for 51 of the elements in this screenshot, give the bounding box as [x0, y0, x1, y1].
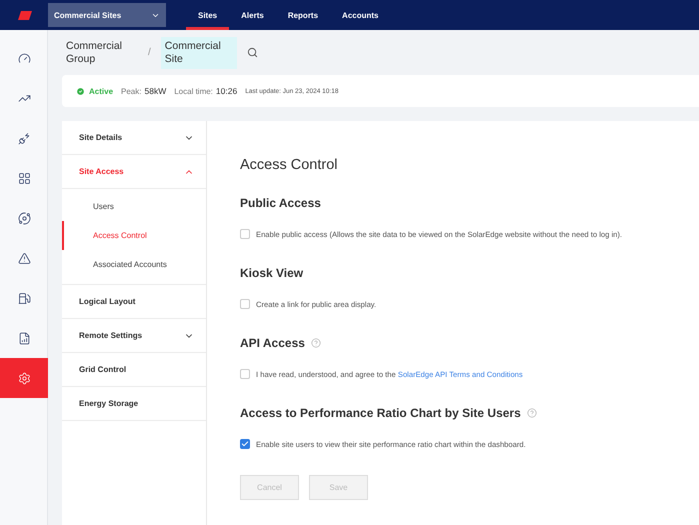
menu-label: Grid Control: [79, 365, 126, 374]
gauge-icon: [18, 52, 30, 64]
status-text: Active: [89, 86, 114, 96]
nav-tab[interactable]: Sites: [186, 0, 230, 30]
menu-label: Site Access: [79, 167, 124, 176]
checkbox[interactable]: [240, 229, 250, 239]
page-title: Access Control: [240, 157, 339, 173]
orbit-icon: [18, 212, 30, 224]
checkbox[interactable]: [240, 439, 250, 449]
nav-tab[interactable]: Reports: [276, 0, 330, 30]
breadcrumb-link[interactable]: Commercial Group: [62, 36, 138, 68]
fuel-pump-icon: [18, 292, 30, 304]
rail-button[interactable]: [0, 358, 48, 398]
settings-menu-item[interactable]: Energy Storage: [62, 387, 206, 421]
nav-tab[interactable]: Alerts: [229, 0, 276, 30]
help-icon[interactable]: [526, 408, 537, 418]
menu-label: Energy Storage: [79, 399, 138, 408]
section-title: Kiosk View: [240, 266, 304, 280]
menu-label: Remote Settings: [79, 331, 142, 340]
search-icon[interactable]: [246, 47, 258, 58]
check-circle-icon: [76, 86, 85, 96]
time-label: Local time:: [174, 86, 213, 96]
checkbox[interactable]: [240, 369, 250, 379]
submenu-item[interactable]: Access Control: [62, 221, 206, 250]
settings-menu-item[interactable]: Remote Settings: [62, 319, 206, 353]
section-title: Public Access: [240, 196, 321, 210]
time-value: 10:26: [216, 86, 238, 96]
settings-menu-item[interactable]: Logical Layout: [62, 285, 206, 319]
help-icon[interactable]: [310, 338, 321, 348]
site-selector[interactable]: Commercial Sites: [48, 3, 166, 27]
breadcrumb-link[interactable]: Commercial Site: [160, 36, 237, 68]
menu-label: Logical Layout: [79, 297, 136, 306]
submenu-item[interactable]: Users: [62, 192, 206, 221]
grid-icon: [18, 172, 30, 184]
section-title: API Access: [240, 336, 305, 350]
settings-menu-item[interactable]: Grid Control: [62, 353, 206, 387]
nav-tab[interactable]: Accounts: [330, 0, 390, 30]
submenu-item[interactable]: Associated Accounts: [62, 250, 206, 279]
peak-label: Peak:: [121, 86, 142, 96]
report-icon: [18, 332, 30, 344]
plug-icon: [18, 132, 30, 144]
warning-icon: [18, 252, 30, 264]
peak-value: 58kW: [144, 86, 166, 96]
settings-menu-item[interactable]: Site Details: [62, 121, 206, 155]
settings-icon: [18, 372, 30, 384]
section-title: Access to Performance Ratio Chart by Site Users: [240, 406, 521, 420]
settings-menu-item[interactable]: Site Access: [62, 155, 206, 189]
checkbox[interactable]: [240, 299, 250, 309]
menu-label: Site Details: [79, 133, 122, 142]
logo-icon: [18, 10, 32, 20]
breadcrumb-separator: /: [148, 47, 151, 58]
